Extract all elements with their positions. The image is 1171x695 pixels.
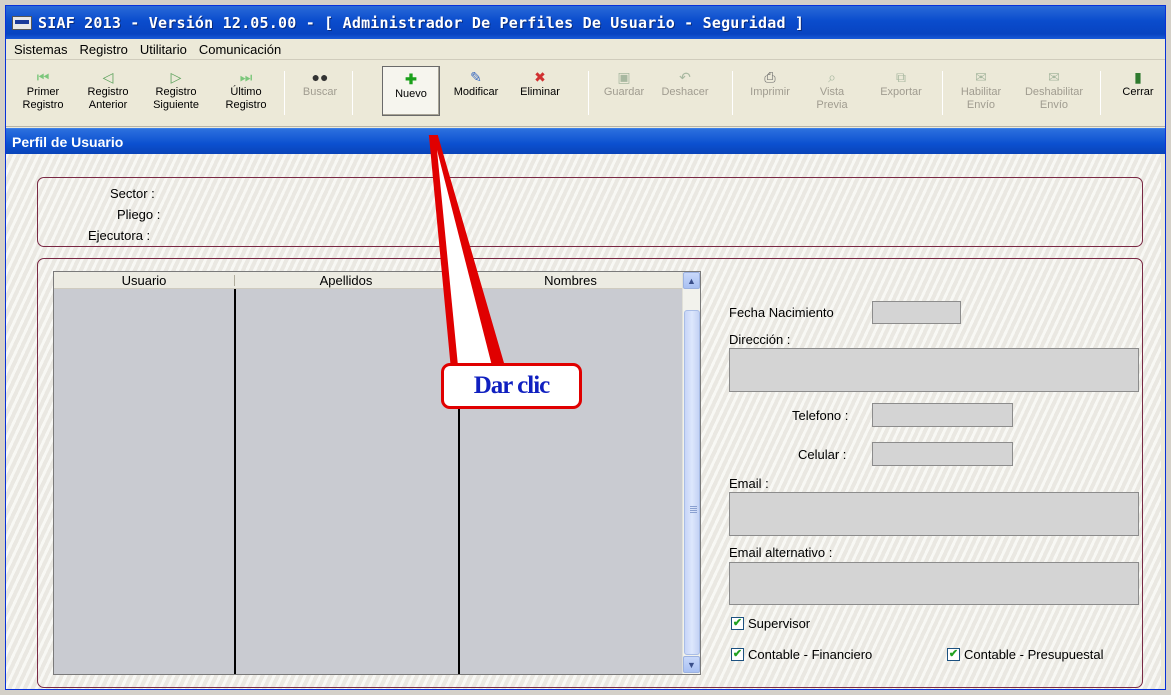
binoculars-icon: ●●: [311, 69, 329, 85]
disable-send-button[interactable]: ✉ Deshabilitar Envío: [1016, 69, 1092, 119]
delete-icon: ✖: [534, 69, 546, 85]
sector-label: Sector :: [110, 186, 155, 201]
birth-date-field[interactable]: [872, 301, 961, 324]
envelope-icon: ✉: [975, 69, 987, 85]
scroll-grip-icon: [690, 506, 697, 513]
financial-accounting-checkbox[interactable]: ✔ Contable - Financiero: [731, 647, 872, 662]
header-info-group: [37, 177, 1143, 247]
toolbar-separator: [352, 71, 353, 115]
first-record-icon: ⏮: [36, 69, 50, 85]
grid-body[interactable]: [54, 289, 683, 674]
click-here-callout: Dar clic: [441, 363, 582, 409]
menu-utilitario[interactable]: Utilitario: [134, 42, 193, 57]
column-header-apellidos[interactable]: Apellidos: [234, 272, 458, 289]
menu-registro[interactable]: Registro: [73, 42, 133, 57]
app-icon: [12, 15, 32, 30]
delete-button[interactable]: ✖ Eliminar: [512, 69, 568, 119]
email-label: Email :: [729, 476, 769, 491]
ejecutora-label: Ejecutora :: [88, 228, 151, 243]
toolbar-separator: [284, 71, 285, 115]
alt-email-label: Email alternativo :: [729, 545, 833, 560]
exit-door-icon: ▮: [1134, 69, 1142, 85]
phone-label: Telefono :: [792, 408, 849, 423]
next-icon: ▷: [170, 69, 182, 85]
panel-title-bar: Perfil de Usuario: [6, 128, 1165, 154]
export-button[interactable]: ⧉ Exportar: [872, 69, 930, 119]
checkmark-icon: ✔: [731, 648, 744, 661]
previous-icon: ◁: [102, 69, 114, 85]
toolbar-separator: [732, 71, 733, 115]
printer-icon: ⎙: [764, 69, 776, 85]
undo-button[interactable]: ↶ Deshacer: [654, 69, 716, 119]
toolbar: ⏮ Primer Registro ◁ Registro Anterior ▷ …: [6, 61, 1165, 127]
print-button[interactable]: ⎙ Imprimir: [744, 69, 796, 119]
address-label: Dirección :: [729, 332, 791, 347]
alt-email-field[interactable]: [729, 562, 1139, 605]
magnifier-icon: ⌕: [828, 69, 836, 85]
grid-header: Usuario Apellidos Nombres: [54, 272, 683, 289]
birth-date-label: Fecha Nacimiento: [729, 305, 834, 320]
last-record-icon: ⏭: [239, 69, 253, 85]
enable-send-button[interactable]: ✉ Habilitar Envío: [952, 69, 1010, 119]
edit-icon: ✎: [470, 69, 482, 85]
save-button[interactable]: ▣ Guardar: [598, 69, 650, 119]
last-record-button[interactable]: ⏭ Último Registro: [216, 69, 276, 119]
toolbar-separator: [588, 71, 589, 115]
search-button[interactable]: ●● Buscar: [294, 69, 346, 119]
first-record-button[interactable]: ⏮ Primer Registro: [18, 69, 68, 119]
title-bar: SIAF 2013 - Versión 12.05.00 - [ Adminis…: [6, 6, 1165, 39]
column-header-usuario[interactable]: Usuario: [54, 272, 234, 289]
undo-icon: ↶: [679, 69, 691, 85]
grid-column-usuario: [54, 289, 236, 674]
toolbar-separator: [1100, 71, 1101, 115]
panel-body: Sector : Pliego : Ejecutora : Usuario Ap…: [6, 154, 1161, 689]
users-grid[interactable]: Usuario Apellidos Nombres ▲ ▼: [53, 271, 701, 675]
menu-comunicacion[interactable]: Comunicación: [193, 42, 287, 57]
mobile-label: Celular :: [798, 447, 847, 462]
scroll-down-arrow-icon[interactable]: ▼: [683, 656, 700, 673]
new-document-icon: ✚: [405, 71, 417, 87]
scroll-thumb[interactable]: [684, 310, 700, 655]
export-icon: ⧉: [896, 69, 906, 85]
phone-field[interactable]: [872, 403, 1013, 427]
window-title: SIAF 2013 - Versión 12.05.00 - [ Adminis…: [38, 13, 805, 32]
scroll-up-arrow-icon[interactable]: ▲: [683, 272, 700, 289]
close-button[interactable]: ▮ Cerrar: [1114, 69, 1162, 119]
print-preview-button[interactable]: ⌕ Vista Previa: [806, 69, 858, 119]
next-record-button[interactable]: ▷ Registro Siguiente: [144, 69, 208, 119]
grid-column-apellidos: [236, 289, 460, 674]
pliego-label: Pliego :: [117, 207, 161, 222]
column-header-nombres[interactable]: Nombres: [458, 272, 683, 289]
checkmark-icon: ✔: [731, 617, 744, 630]
save-icon: ▣: [617, 69, 631, 85]
email-field[interactable]: [729, 492, 1139, 536]
previous-record-button[interactable]: ◁ Registro Anterior: [78, 69, 138, 119]
checkmark-icon: ✔: [947, 648, 960, 661]
supervisor-checkbox[interactable]: ✔ Supervisor: [731, 616, 810, 631]
address-field[interactable]: [729, 348, 1139, 392]
menu-sistemas[interactable]: Sistemas: [8, 42, 73, 57]
app-window: SIAF 2013 - Versión 12.05.00 - [ Adminis…: [5, 5, 1166, 690]
envelope-icon: ✉: [1048, 69, 1060, 85]
mobile-field[interactable]: [872, 442, 1013, 466]
grid-column-nombres: [460, 289, 683, 674]
menu-bar: Sistemas Registro Utilitario Comunicació…: [6, 39, 1165, 60]
modify-button[interactable]: ✎ Modificar: [446, 69, 506, 119]
new-button[interactable]: ✚ Nuevo: [382, 66, 440, 116]
grid-vertical-scrollbar[interactable]: ▲ ▼: [682, 272, 700, 674]
toolbar-separator: [942, 71, 943, 115]
budget-accounting-checkbox[interactable]: ✔ Contable - Presupuestal: [947, 647, 1103, 662]
panel-title: Perfil de Usuario: [12, 133, 124, 150]
